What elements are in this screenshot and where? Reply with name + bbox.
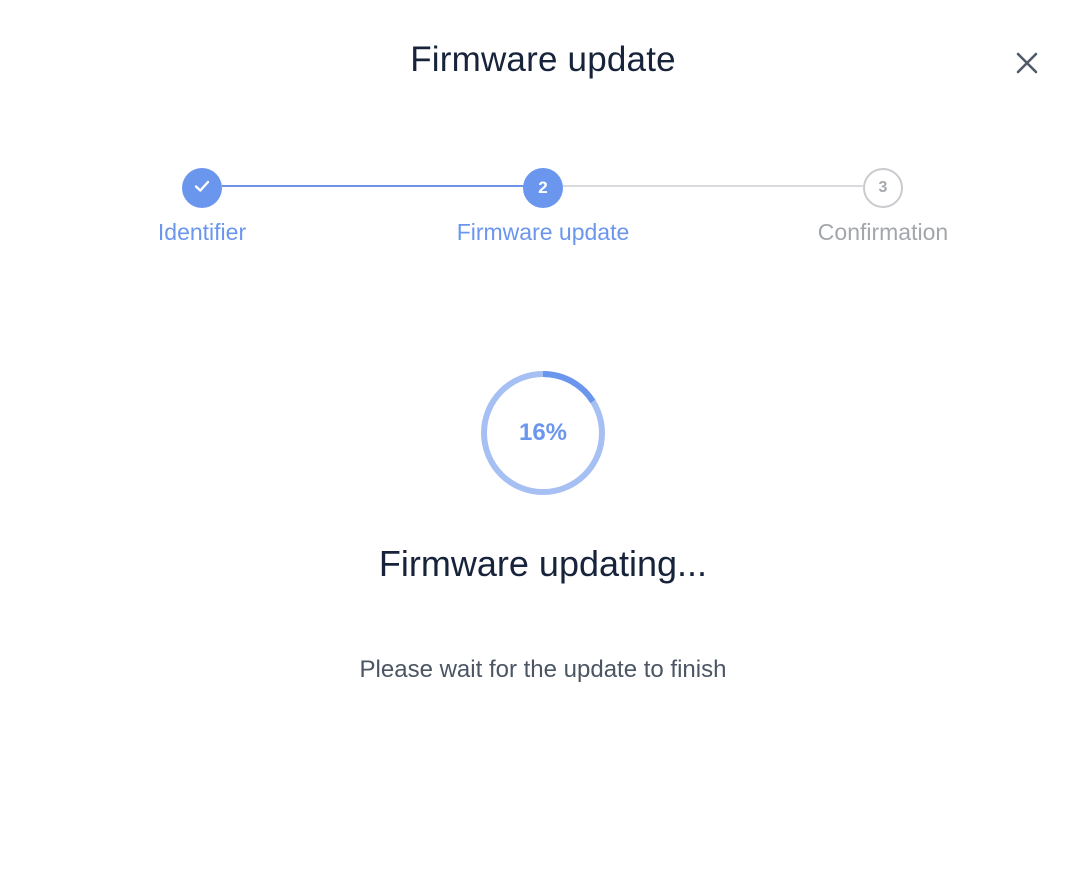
progress-percent: 16% — [518, 419, 568, 446]
step-2-indicator: 2 — [523, 168, 563, 208]
firmware-update-dialog: Firmware update 2 3 Identifier Firmware … — [0, 0, 1090, 893]
step-3-label: Confirmation — [817, 219, 949, 245]
step-3-indicator: 3 — [863, 168, 903, 208]
status-message: Please wait for the update to finish — [359, 656, 727, 683]
stepper-connector-pending — [563, 185, 863, 187]
stepper: 2 3 Identifier Firmware update Confirmat… — [0, 0, 1090, 260]
status-heading: Firmware updating... — [378, 543, 708, 584]
stepper-connector-complete — [222, 185, 524, 187]
check-icon — [192, 176, 212, 201]
step-1-indicator — [182, 168, 222, 208]
step-2-label: Firmware update — [456, 219, 630, 245]
step-1-label: Identifier — [157, 219, 247, 245]
